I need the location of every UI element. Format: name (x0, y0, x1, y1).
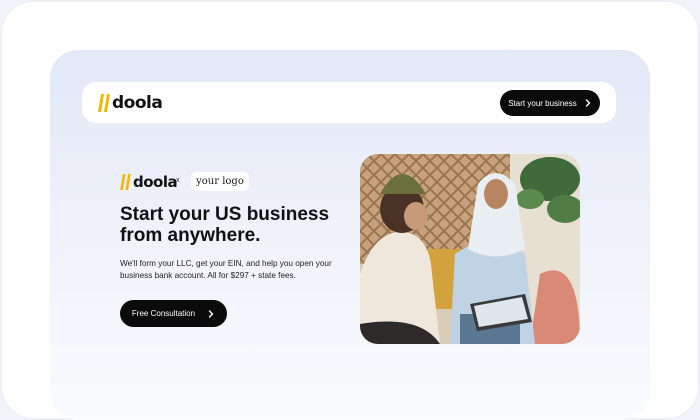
hero-brand-logo: doola (120, 172, 178, 192)
hero-subtext: We'll form your LLC, get your EIN, and h… (120, 259, 332, 280)
hero-headline: Start your US business from anywhere. (120, 204, 330, 246)
start-business-button[interactable]: Start your business (500, 90, 600, 116)
chevron-right-icon (208, 309, 214, 318)
start-business-label: Start your business (508, 98, 577, 108)
double-slash-logo-icon (120, 174, 131, 190)
hero-photo-illustration (360, 154, 580, 344)
partner-logo-placeholder: your logo (191, 172, 249, 191)
nav-brand-logo[interactable]: doola (98, 93, 163, 113)
hero-brand-name: doola (133, 173, 178, 191)
free-consultation-button[interactable]: Free Consultation (120, 300, 227, 327)
double-slash-logo-icon (98, 94, 110, 112)
free-consultation-label: Free Consultation (131, 309, 196, 318)
chevron-right-icon (585, 99, 590, 107)
hero-photo (360, 154, 580, 344)
cobrand-separator: x (176, 177, 180, 184)
nav-brand-name: doola (112, 93, 163, 113)
partner-logo-text: your logo (196, 176, 244, 187)
